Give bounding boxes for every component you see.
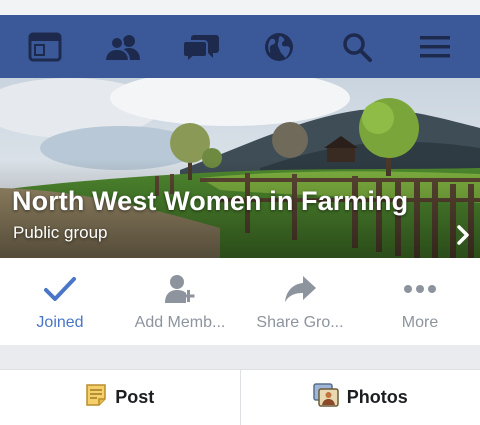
group-action-bar: Joined Add Memb... Share Gro... More — [0, 258, 480, 345]
checkmark-icon — [43, 272, 77, 306]
share-group-label: Share Gro... — [256, 314, 344, 331]
add-members-label: Add Memb... — [134, 314, 226, 331]
friends-icon — [103, 32, 143, 62]
search-icon — [342, 32, 372, 62]
share-icon — [283, 272, 317, 306]
more-icon — [403, 272, 437, 306]
nav-news-feed[interactable] — [15, 15, 75, 78]
group-cover-photo[interactable]: North West Women in Farming Public group — [0, 78, 480, 258]
more-button[interactable]: More — [360, 258, 480, 345]
post-button[interactable]: Post — [0, 370, 240, 425]
nav-menu[interactable] — [405, 15, 465, 78]
messages-icon — [182, 31, 220, 63]
add-member-icon — [164, 272, 196, 306]
note-icon — [85, 383, 107, 412]
menu-icon — [419, 34, 451, 60]
composer-bar: Post Photos — [0, 369, 480, 425]
section-divider — [0, 345, 480, 369]
nav-friends[interactable] — [93, 15, 153, 78]
photos-label: Photos — [346, 387, 408, 407]
photos-button[interactable]: Photos — [239, 370, 480, 425]
top-nav-bar — [0, 15, 480, 78]
group-privacy-label: Public group — [13, 223, 108, 242]
nav-notifications[interactable] — [249, 15, 309, 78]
joined-label: Joined — [36, 314, 84, 331]
post-label: Post — [115, 387, 155, 407]
news-feed-icon — [28, 32, 62, 62]
status-strip — [0, 0, 480, 15]
joined-button[interactable]: Joined — [0, 258, 120, 345]
chevron-right-icon[interactable] — [456, 224, 470, 251]
add-members-button[interactable]: Add Memb... — [120, 258, 240, 345]
nav-search[interactable] — [327, 15, 387, 78]
photos-icon — [313, 383, 339, 412]
share-group-button[interactable]: Share Gro... — [240, 258, 360, 345]
more-label: More — [401, 314, 439, 331]
nav-messages[interactable] — [171, 15, 231, 78]
globe-icon — [263, 31, 295, 63]
group-title: North West Women in Farming — [12, 186, 409, 216]
